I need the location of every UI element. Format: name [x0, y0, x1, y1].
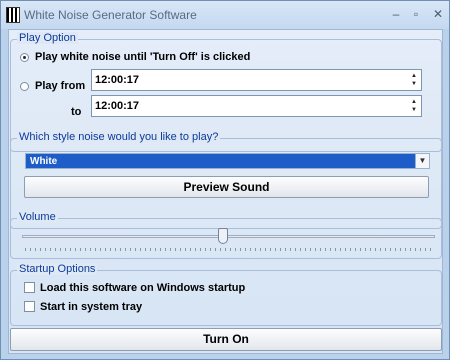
- noise-style-group: Which style noise would you like to play…: [10, 131, 442, 229]
- noise-style-select[interactable]: White ▼: [25, 153, 430, 169]
- restore-button[interactable]: ▫: [409, 7, 423, 21]
- noise-style-title: Which style noise would you like to play…: [17, 131, 221, 143]
- title-bar[interactable]: White Noise Generator Software – ▫ ✕: [1, 1, 449, 29]
- to-time-input[interactable]: 12:00:17 ▲ ▼: [91, 95, 422, 117]
- until-off-radio[interactable]: [20, 53, 29, 62]
- system-tray-checkbox[interactable]: [24, 301, 35, 312]
- volume-title: Volume: [17, 211, 58, 223]
- spin-arrows-icon[interactable]: ▲ ▼: [409, 98, 419, 114]
- from-time-value: 12:00:17: [95, 74, 140, 86]
- play-from-radio[interactable]: [20, 82, 29, 91]
- until-off-label: Play white noise until 'Turn Off' is cli…: [35, 51, 251, 63]
- chevron-down-icon[interactable]: ▼: [415, 154, 429, 168]
- from-time-input[interactable]: 12:00:17 ▲ ▼: [91, 69, 422, 91]
- volume-group: Volume: [10, 211, 442, 259]
- startup-options-group: Startup Options Load this software on Wi…: [10, 263, 442, 326]
- startup-options-title: Startup Options: [17, 263, 98, 275]
- noise-style-value: White: [30, 156, 58, 167]
- minimize-button[interactable]: –: [389, 7, 403, 21]
- to-time-value: 12:00:17: [95, 100, 140, 112]
- close-button[interactable]: ✕: [431, 7, 445, 21]
- app-window: White Noise Generator Software – ▫ ✕ Pla…: [0, 0, 450, 360]
- to-label: to: [71, 106, 82, 118]
- white-noise-icon: [6, 7, 20, 23]
- load-on-startup-label: Load this software on Windows startup: [40, 282, 246, 294]
- play-from-label: Play from: [35, 80, 86, 92]
- load-on-startup-checkbox[interactable]: [24, 282, 35, 293]
- client-area: Play Option Play white noise until 'Turn…: [8, 29, 443, 354]
- volume-ticks: [25, 248, 433, 251]
- volume-slider-track[interactable]: [22, 235, 435, 238]
- play-option-title: Play Option: [17, 32, 78, 44]
- turn-on-button[interactable]: Turn On: [10, 328, 442, 351]
- preview-sound-button[interactable]: Preview Sound: [24, 176, 429, 198]
- window-title: White Noise Generator Software: [24, 8, 197, 22]
- spin-arrows-icon[interactable]: ▲ ▼: [409, 72, 419, 88]
- system-tray-label: Start in system tray: [40, 301, 143, 313]
- volume-slider-thumb[interactable]: [218, 228, 228, 244]
